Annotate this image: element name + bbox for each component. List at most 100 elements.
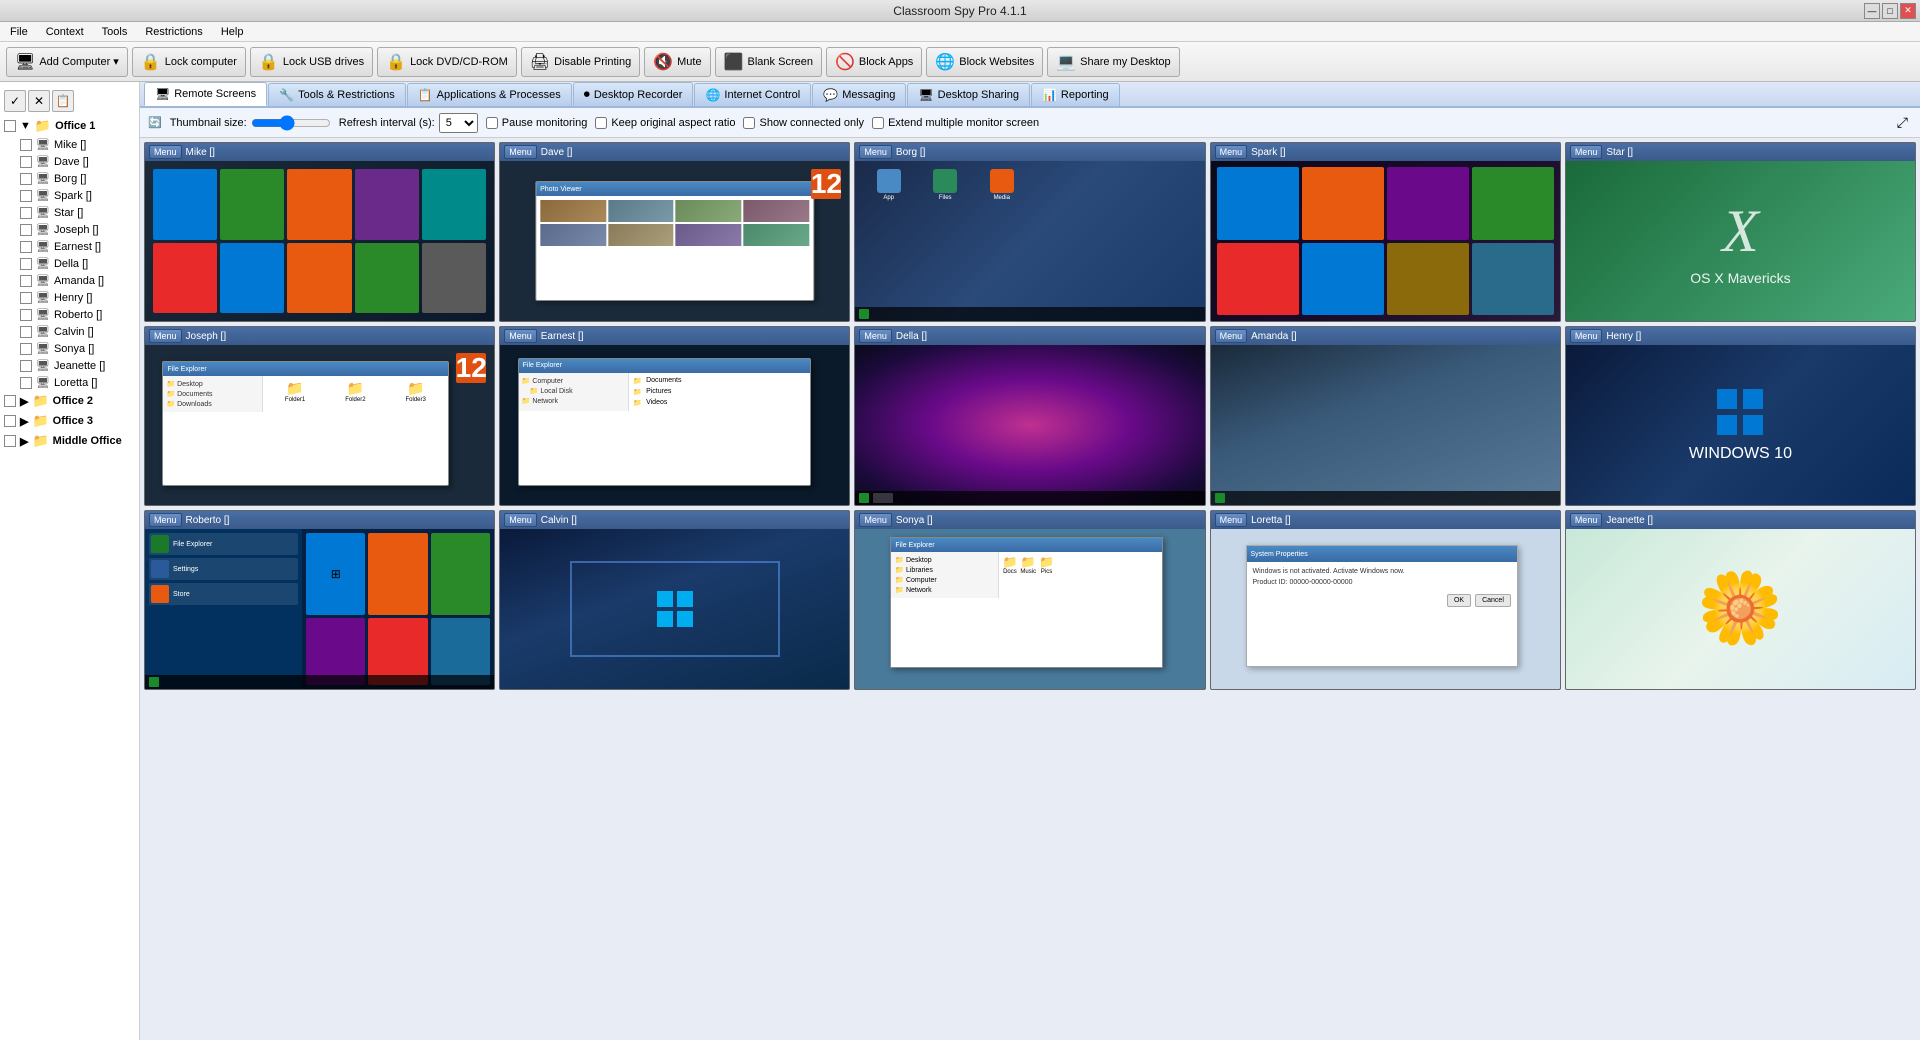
screen-sonya-body[interactable]: File Explorer 📁 Desktop 📁 Libraries 📁 Co… [855, 529, 1204, 689]
tab-messaging[interactable]: 💬 Messaging [812, 83, 906, 106]
screen-spark-body[interactable] [1211, 161, 1560, 321]
screen-amanda-body[interactable] [1211, 345, 1560, 505]
screen-mike-body[interactable] [145, 161, 494, 321]
lock-usb-button[interactable]: 🔒 Lock USB drives [250, 47, 373, 77]
screen-dave-menu-button[interactable]: Menu [504, 145, 537, 159]
close-button[interactable]: ✕ [1900, 3, 1916, 19]
henry-checkbox[interactable] [20, 292, 32, 304]
pause-monitoring-label[interactable]: Pause monitoring [486, 117, 588, 129]
star-checkbox[interactable] [20, 207, 32, 219]
calvin-checkbox[interactable] [20, 326, 32, 338]
group-office3[interactable]: ▶ 📁 Office 3 [0, 411, 139, 431]
screen-della-body[interactable] [855, 345, 1204, 505]
refresh-interval-select[interactable]: 3 5 10 15 30 [439, 113, 478, 133]
maximize-button[interactable]: □ [1882, 3, 1898, 19]
loretta-cancel-btn[interactable]: Cancel [1475, 594, 1511, 607]
dave-checkbox[interactable] [20, 156, 32, 168]
screen-earnest-body[interactable]: File Explorer 📁 Computer 📁 Local Disk 📁 … [500, 345, 849, 505]
menu-context[interactable]: Context [42, 24, 88, 40]
screen-roberto-menu-button[interactable]: Menu [149, 513, 182, 527]
menu-tools[interactable]: Tools [98, 24, 132, 40]
computer-borg[interactable]: 🖥 Borg [] [16, 170, 139, 187]
keep-aspect-checkbox[interactable] [595, 117, 607, 129]
sonya-checkbox[interactable] [20, 343, 32, 355]
lock-dvd-button[interactable]: 🔒 Lock DVD/CD-ROM [377, 47, 517, 77]
extend-monitor-label[interactable]: Extend multiple monitor screen [872, 117, 1039, 129]
screen-borg-menu-button[interactable]: Menu [859, 145, 892, 159]
show-connected-checkbox[interactable] [743, 117, 755, 129]
sidebar-check-all[interactable]: ✓ [4, 90, 26, 112]
screen-della-menu-button[interactable]: Menu [859, 329, 892, 343]
screen-calvin-menu-button[interactable]: Menu [504, 513, 537, 527]
joseph-checkbox[interactable] [20, 224, 32, 236]
group-office2-checkbox[interactable] [4, 395, 16, 407]
screen-calvin-body[interactable] [500, 529, 849, 689]
screen-loretta-body[interactable]: System Properties Windows is not activat… [1211, 529, 1560, 689]
group-middle-office-checkbox[interactable] [4, 435, 16, 447]
thumbnail-size-slider[interactable] [251, 117, 331, 129]
computer-amanda[interactable]: 🖥 Amanda [] [16, 272, 139, 289]
show-connected-label[interactable]: Show connected only [743, 117, 864, 129]
screen-mike-menu-button[interactable]: Menu [149, 145, 182, 159]
share-desktop-button[interactable]: 💻 Share my Desktop [1047, 47, 1179, 77]
computer-henry[interactable]: 🖥 Henry [] [16, 289, 139, 306]
screen-star-body[interactable]: X OS X Mavericks [1566, 161, 1915, 321]
screen-star-menu-button[interactable]: Menu [1570, 145, 1603, 159]
tab-tools-restrictions[interactable]: 🔧 Tools & Restrictions [268, 83, 406, 106]
screen-borg-body[interactable]: App Files Media [855, 161, 1204, 321]
roberto-checkbox[interactable] [20, 309, 32, 321]
tab-desktop-sharing[interactable]: 🖥 Desktop Sharing [907, 83, 1030, 106]
computer-sonya[interactable]: 🖥 Sonya [] [16, 340, 139, 357]
mike-checkbox[interactable] [20, 139, 32, 151]
extend-monitor-checkbox[interactable] [872, 117, 884, 129]
screen-dave-body[interactable]: Photo Viewer [500, 161, 849, 321]
keep-aspect-label[interactable]: Keep original aspect ratio [595, 117, 735, 129]
menu-help[interactable]: Help [217, 24, 248, 40]
jeanette-checkbox[interactable] [20, 360, 32, 372]
computer-jeanette[interactable]: 🖥 Jeanette [] [16, 357, 139, 374]
block-apps-button[interactable]: 🚫 Block Apps [826, 47, 922, 77]
screen-spark-menu-button[interactable]: Menu [1215, 145, 1248, 159]
tab-remote-screens[interactable]: 🖥 Remote Screens [144, 82, 267, 106]
amanda-checkbox[interactable] [20, 275, 32, 287]
computer-joseph[interactable]: 🖥 Joseph [] [16, 221, 139, 238]
blank-screen-button[interactable]: ⬛ Blank Screen [715, 47, 822, 77]
expand-button[interactable]: ⤢ [1893, 112, 1912, 133]
block-websites-button[interactable]: 🌐 Block Websites [926, 47, 1043, 77]
sidebar-refresh[interactable]: 📋 [52, 90, 74, 112]
group-office1[interactable]: ▼ 📁 Office 1 [0, 116, 139, 136]
mute-button[interactable]: 🔇 Mute [644, 47, 710, 77]
computer-spark[interactable]: 🖥 Spark [] [16, 187, 139, 204]
group-middle-office[interactable]: ▶ 📁 Middle Office [0, 431, 139, 451]
menu-restrictions[interactable]: Restrictions [141, 24, 206, 40]
group-office1-checkbox[interactable] [4, 120, 16, 132]
add-computer-button[interactable]: 🖥 Add Computer ▾ [6, 47, 128, 77]
screen-joseph-body[interactable]: File Explorer 📁 Desktop 📁 Documents 📁 Do… [145, 345, 494, 505]
tab-desktop-recorder[interactable]: ⏺ Desktop Recorder [573, 82, 694, 106]
pause-monitoring-checkbox[interactable] [486, 117, 498, 129]
screen-amanda-menu-button[interactable]: Menu [1215, 329, 1248, 343]
refresh-button[interactable]: 🔄 [148, 116, 162, 129]
group-office2[interactable]: ▶ 📁 Office 2 [0, 391, 139, 411]
sidebar-uncheck-all[interactable]: ✕ [28, 90, 50, 112]
loretta-checkbox[interactable] [20, 377, 32, 389]
computer-earnest[interactable]: 🖥 Earnest [] [16, 238, 139, 255]
screen-henry-body[interactable]: WINDOWS 10 [1566, 345, 1915, 505]
loretta-ok-btn[interactable]: OK [1447, 594, 1471, 607]
computer-dave[interactable]: 🖥 Dave [] [16, 153, 139, 170]
disable-printing-button[interactable]: 🖨 Disable Printing [521, 47, 640, 77]
screen-joseph-menu-button[interactable]: Menu [149, 329, 182, 343]
minimize-button[interactable]: — [1864, 3, 1880, 19]
spark-checkbox[interactable] [20, 190, 32, 202]
screen-roberto-body[interactable]: File Explorer Settings Store [145, 529, 494, 689]
computer-calvin[interactable]: 🖥 Calvin [] [16, 323, 139, 340]
della-checkbox[interactable] [20, 258, 32, 270]
computer-star[interactable]: 🖥 Star [] [16, 204, 139, 221]
tab-applications[interactable]: 📋 Applications & Processes [407, 83, 572, 106]
tab-internet-control[interactable]: 🌐 Internet Control [694, 83, 811, 106]
computer-loretta[interactable]: 🖥 Loretta [] [16, 374, 139, 391]
tab-reporting[interactable]: 📊 Reporting [1031, 83, 1120, 106]
screen-earnest-menu-button[interactable]: Menu [504, 329, 537, 343]
group-office3-checkbox[interactable] [4, 415, 16, 427]
lock-computer-button[interactable]: 🔒 Lock computer [132, 47, 246, 77]
